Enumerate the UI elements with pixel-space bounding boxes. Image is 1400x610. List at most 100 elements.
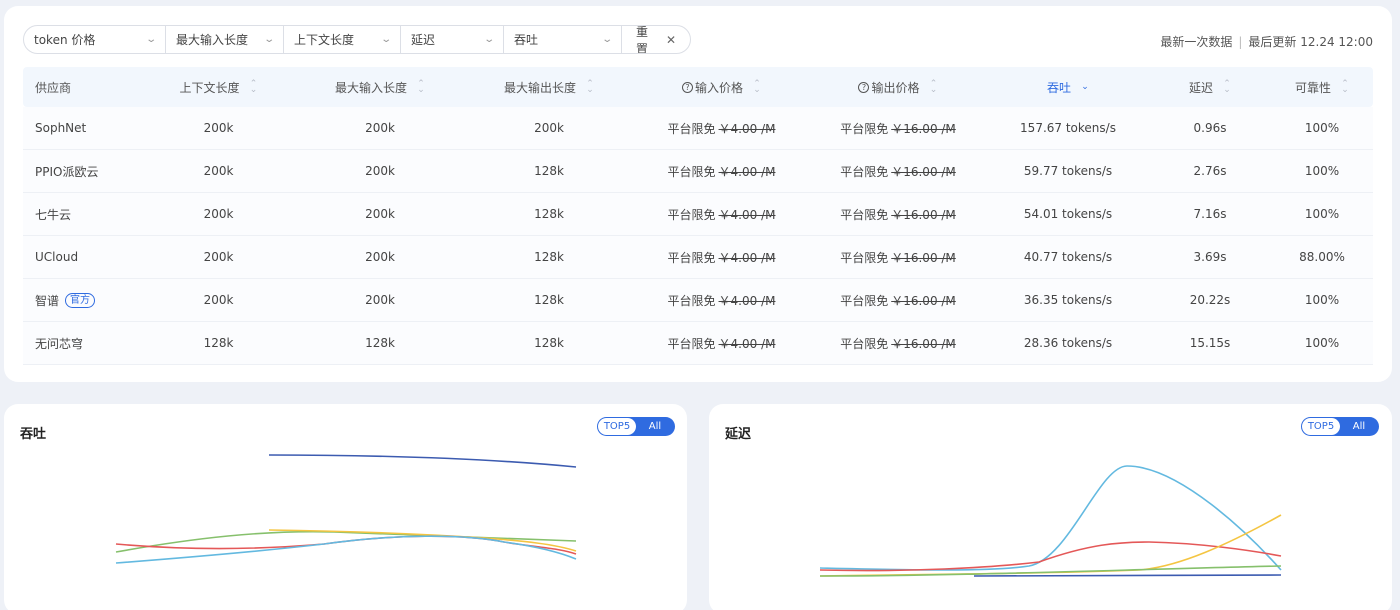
cell-provider: 七牛云 (35, 207, 72, 222)
help-icon: ? (858, 81, 870, 93)
cell-output-price: 平台限免 ￥16.00 /M (840, 164, 956, 179)
cell-max-input: 200k (365, 250, 395, 264)
cell-input-price: 平台限免 ￥4.00 /M (667, 336, 776, 351)
cell-reliability: 100% (1304, 164, 1340, 178)
cell-provider: PPIO派欧云 (35, 164, 99, 179)
throughput-panel: 吞吐 TOP5 All (4, 404, 687, 610)
cell-output-price: 平台限免 ￥16.00 /M (840, 336, 956, 351)
cell-input-price: 平台限免 ￥4.00 /M (667, 250, 776, 265)
table-row[interactable]: PPIO派欧云 200k 200k 128k 平台限免 ￥4.00 /M 平台限免 ￥16.0… (23, 150, 1373, 193)
last-update-label: 最后更新 12.24 12:00 (1248, 35, 1373, 49)
cell-max-output: 128k (534, 336, 564, 350)
provider-table: 供应商 上下文长度 ⌃ ⌄ 最大输入长度 ⌃ ⌄ 最大输出长度 ⌃ ⌄ ? 输入价格 ⌃ ⌄ ? 输… (23, 67, 1373, 365)
series-line (973, 574, 1282, 577)
table-row[interactable]: 无问芯穹 128k 128k 128k 平台限免 ￥4.00 /M 平台限免 ￥16.00 /… (23, 322, 1373, 365)
filter-max-input[interactable]: 最大输入长度 ⌄ (166, 26, 284, 53)
cell-latency: 7.16s (1193, 207, 1227, 221)
header-max-output[interactable]: 最大输出长度 ⌃ ⌄ (464, 79, 634, 96)
cell-latency: 3.69s (1193, 250, 1227, 264)
filter-label: 吞吐 (514, 33, 539, 47)
chevron-down-icon: ⌄ (144, 34, 157, 45)
cell-latency: 0.96s (1193, 121, 1227, 135)
cell-context: 200k (203, 164, 234, 178)
chevron-down-icon: ⌄ (482, 34, 495, 45)
header-context[interactable]: 上下文长度 ⌃ ⌄ (141, 79, 296, 96)
cell-max-output: 128k (534, 293, 564, 307)
cell-reliability: 100% (1304, 336, 1340, 350)
series-line (819, 465, 1282, 571)
cell-max-output: 200k (534, 121, 564, 135)
sort-icon: ⌃ ⌄ (753, 79, 761, 95)
filter-label: 上下文长度 (294, 33, 355, 47)
table-header: 供应商 上下文长度 ⌃ ⌄ 最大输入长度 ⌃ ⌄ 最大输出长度 ⌃ ⌄ ? 输入价格 ⌃ ⌄ ? 输… (23, 67, 1373, 107)
cell-throughput: 59.77 tokens/s (1023, 164, 1113, 178)
cell-context: 200k (203, 207, 234, 221)
filter-bar: token 价格 ⌄ 最大输入长度 ⌄ 上下文长度 ⌄ 延迟 ⌄ 吞吐 ⌄ 重置… (23, 25, 691, 54)
cell-max-output: 128k (534, 164, 564, 178)
cell-output-price: 平台限免 ￥16.00 /M (840, 121, 956, 136)
divider: | (1238, 34, 1243, 49)
cell-reliability: 100% (1304, 121, 1340, 135)
latency-panel: 延迟 TOP5 All (709, 404, 1392, 610)
update-info: 最新一次数据 | 最后更新 12.24 12:00 (1160, 33, 1373, 50)
cell-reliability: 88.00% (1299, 250, 1345, 264)
sort-icon: ⌃ ⌄ (249, 79, 258, 95)
filter-label: token 价格 (34, 33, 96, 47)
sort-icon: ⌃ ⌄ (1223, 79, 1231, 95)
filter-context-length[interactable]: 上下文长度 ⌄ (284, 26, 401, 53)
cell-max-input: 200k (365, 121, 395, 135)
cell-input-price: 平台限免 ￥4.00 /M (667, 121, 776, 136)
header-latency[interactable]: 延迟 ⌃ ⌄ (1149, 79, 1271, 96)
series-line (268, 529, 577, 552)
cell-throughput: 157.67 tokens/s (1020, 121, 1116, 135)
sort-icon: ⌃ ⌄ (417, 79, 425, 95)
chevron-down-icon: ⌄ (262, 34, 275, 45)
cell-output-price: 平台限免 ￥16.00 /M (840, 207, 956, 222)
filter-throughput[interactable]: 吞吐 ⌄ (504, 26, 622, 53)
filter-label: 延迟 (411, 33, 436, 47)
table-row[interactable]: UCloud 200k 200k 128k 平台限免 ￥4.00 /M 平台限免 ￥16.00… (23, 236, 1373, 279)
reset-label: 重置 (636, 25, 649, 54)
cell-provider: SophNet (35, 121, 87, 135)
sort-icon: ⌃ ⌄ (586, 79, 594, 95)
header-throughput[interactable]: 吞吐 ⌄ (987, 79, 1149, 96)
sort-icon: ⌃ ⌄ (1341, 79, 1349, 95)
cell-max-input: 200k (365, 293, 395, 307)
cell-provider: 智谱 官方 (23, 292, 141, 309)
header-input-price[interactable]: ? 输入价格 ⌃ ⌄ (634, 79, 809, 96)
header-provider: 供应商 (35, 80, 72, 95)
official-badge: 官方 (65, 292, 96, 308)
cell-throughput: 40.77 tokens/s (1023, 250, 1113, 264)
close-icon: ✕ (665, 32, 676, 47)
sort-icon: ⌃ ⌄ (929, 79, 938, 95)
cell-input-price: 平台限免 ￥4.00 /M (667, 293, 776, 308)
cell-max-input: 128k (365, 336, 395, 350)
sort-desc-icon: ⌄ (1081, 82, 1089, 92)
filter-label: 最大输入长度 (176, 33, 249, 47)
filter-latency[interactable]: 延迟 ⌄ (401, 26, 504, 53)
table-row[interactable]: 智谱 官方 200k 200k 128k 平台限免 ￥4.00 /M 平台限免 ￥16.00 /… (23, 279, 1373, 322)
reset-button[interactable]: 重置 ✕ (622, 26, 690, 53)
latency-chart (819, 465, 1282, 577)
cell-input-price: 平台限免 ￥4.00 /M (667, 207, 776, 222)
cell-provider: UCloud (35, 250, 79, 264)
chevron-down-icon: ⌄ (600, 34, 613, 45)
cell-reliability: 100% (1304, 207, 1340, 221)
cell-max-input: 200k (365, 164, 395, 178)
throughput-chart (115, 454, 577, 564)
cell-max-input: 200k (365, 207, 395, 221)
header-max-input[interactable]: 最大输入长度 ⌃ ⌄ (296, 79, 464, 96)
header-output-price[interactable]: ? 输出价格 ⌃ ⌄ (809, 79, 987, 96)
header-reliability[interactable]: 可靠性 ⌃ ⌄ (1271, 79, 1373, 96)
filter-token-price[interactable]: token 价格 ⌄ (24, 26, 166, 53)
table-row[interactable]: SophNet 200k 200k 200k 平台限免 ￥4.00 /M 平台限免 ￥16.0… (23, 107, 1373, 150)
cell-provider: 无问芯穹 (35, 336, 84, 351)
cell-output-price: 平台限免 ￥16.00 /M (840, 250, 956, 265)
series-line (819, 541, 1282, 572)
cell-throughput: 28.36 tokens/s (1023, 336, 1113, 350)
table-row[interactable]: 七牛云 200k 200k 128k 平台限免 ￥4.00 /M 平台限免 ￥16.00 /M… (23, 193, 1373, 236)
cell-context: 200k (203, 121, 234, 135)
cell-latency: 15.15s (1189, 336, 1231, 350)
provider-card: token 价格 ⌄ 最大输入长度 ⌄ 上下文长度 ⌄ 延迟 ⌄ 吞吐 ⌄ 重置… (4, 6, 1392, 382)
chevron-down-icon: ⌄ (379, 34, 392, 45)
